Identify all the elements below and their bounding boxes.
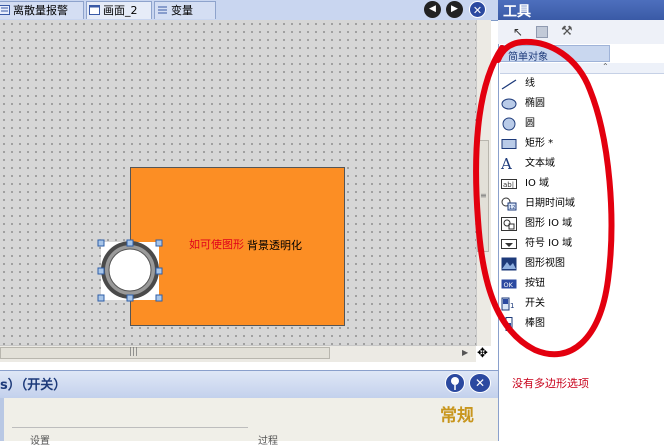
properties-title-bar — [0, 370, 498, 399]
horizontal-scroll-thumb[interactable]: ||| — [0, 347, 330, 359]
properties-title: s）（开关） — [0, 378, 67, 393]
tab-screen-2[interactable]: 画面_2 — [86, 1, 152, 19]
tab-label: 变量 — [171, 4, 193, 17]
annotation-red-text: 如可使图形 — [189, 238, 244, 251]
pin-button[interactable] — [445, 373, 465, 393]
tab-scroll-left-button[interactable]: ◀ — [424, 1, 441, 18]
tag-table-icon — [158, 6, 167, 14]
properties-left-strip — [0, 398, 4, 441]
close-editor-button[interactable]: ✕ — [469, 1, 486, 18]
tab-tags[interactable]: 变量 — [154, 1, 216, 19]
red-annotation-loop — [473, 38, 615, 358]
tab-label: 离散量报警 — [13, 4, 68, 17]
pin-icon — [451, 377, 459, 390]
arrow-left-icon: ◀ — [429, 4, 436, 14]
section-heading-general: 常规 — [440, 406, 474, 426]
arrow-right-icon: ▶ — [451, 4, 458, 14]
editor-tab-bar: 离散量报警 画面_2 变量 ◀ ▶ ✕ — [0, 0, 498, 21]
screen-icon — [89, 5, 100, 15]
tab-discrete-alarms[interactable]: 离散量报警 — [0, 1, 84, 19]
properties-body — [0, 398, 498, 441]
close-properties-button[interactable]: ✕ — [469, 373, 491, 393]
grip-icon: ||| — [129, 347, 139, 357]
tools-panel-title: 工具 — [503, 4, 531, 20]
group-label-settings: 设置 — [30, 436, 50, 447]
divider — [12, 427, 248, 428]
tab-scroll-right-button[interactable]: ▶ — [446, 1, 463, 18]
alarm-list-icon — [0, 5, 10, 15]
switch-object[interactable] — [96, 237, 166, 305]
tab-label: 画面_2 — [103, 4, 138, 17]
annotation-note: 没有多边形选项 — [512, 377, 589, 390]
close-icon: ✕ — [472, 4, 483, 17]
annotation-black-text: 背景透明化 — [247, 239, 302, 252]
group-label-process: 过程 — [258, 436, 278, 447]
close-icon: ✕ — [474, 376, 486, 390]
